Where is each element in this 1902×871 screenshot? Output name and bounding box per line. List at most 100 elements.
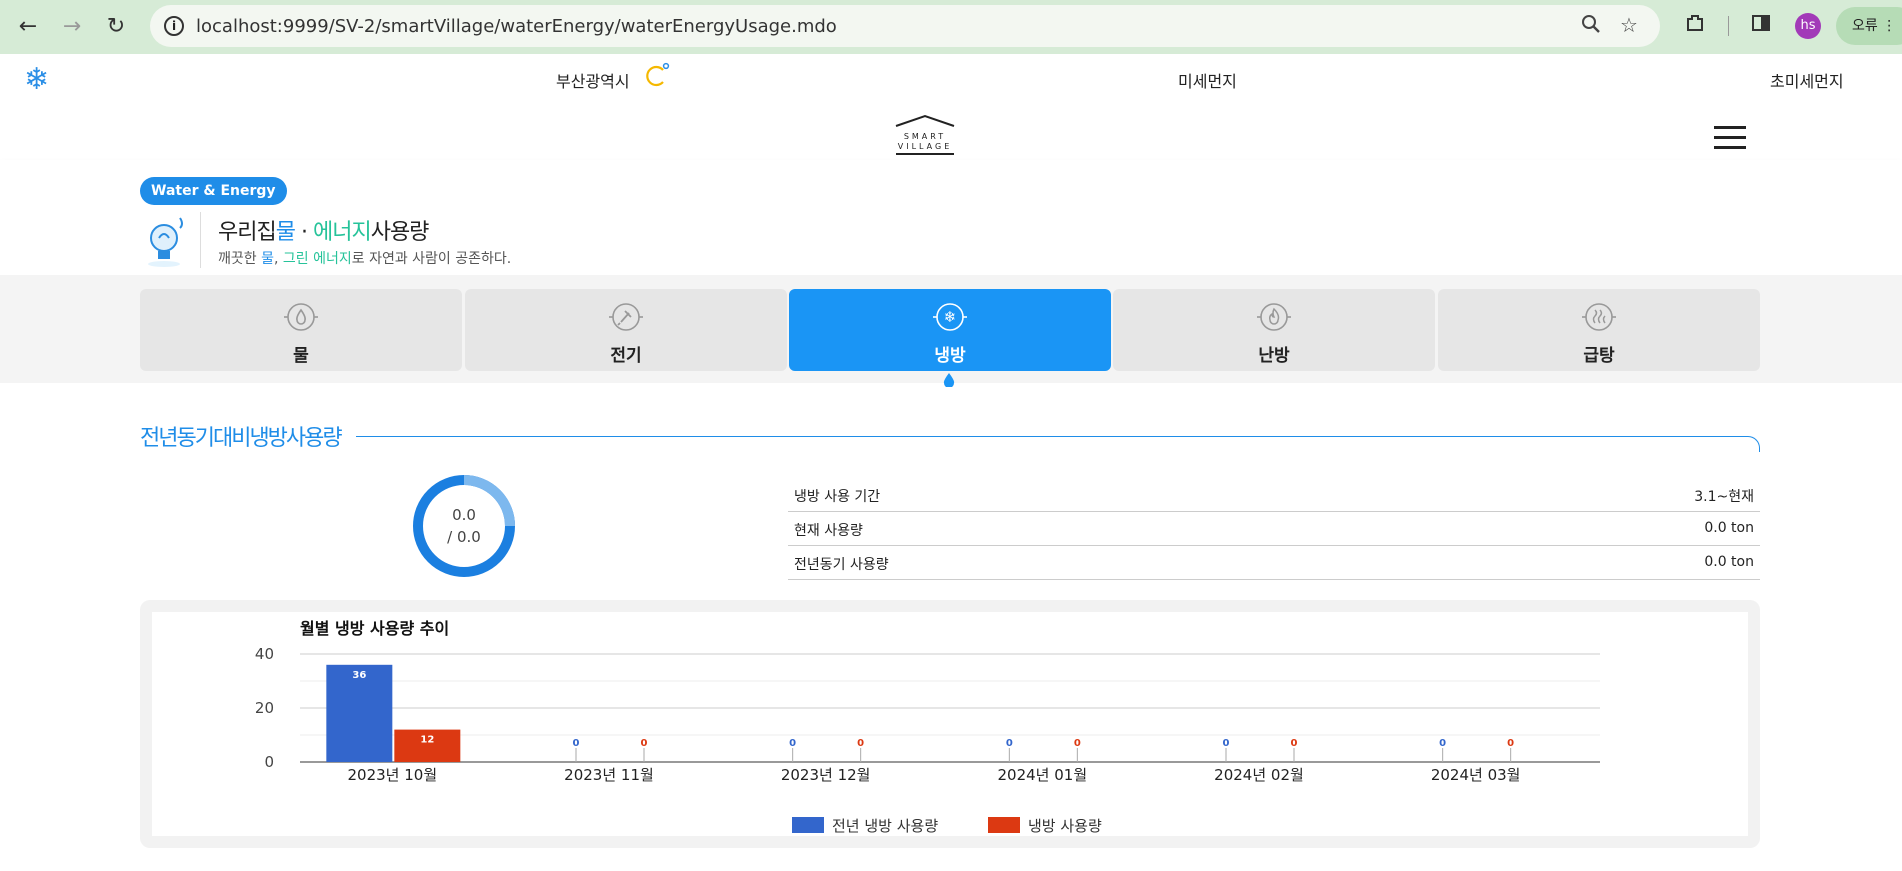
tab-cooling-label: 냉방 [934,346,966,366]
x-tick-label: 2023년 12월 [781,766,871,784]
info-row-previous: 전년동기 사용량 0.0 ton [788,546,1760,580]
chart-container: 월별 냉방 사용량 추이 0 20 40 36 12 2023년 10월 0 0 2023년 11… [140,600,1760,848]
chart-panel: 월별 냉방 사용량 추이 0 20 40 36 12 2023년 10월 0 0 2023년 11… [152,612,1748,836]
extensions-icon[interactable] [1684,12,1706,39]
subtitle-suffix: 로 자연과 사람이 공존하다. [351,251,512,267]
tab-cooling[interactable]: ❄ 냉방 [789,289,1111,371]
smart-village-logo[interactable]: SMART VILLAGE [890,112,960,158]
svg-text:VILLAGE: VILLAGE [898,142,953,151]
bar-data-label: 0 [1507,738,1514,749]
tab-hot-water-label: 급탕 [1583,346,1615,366]
bar-data-label: 0 [1223,738,1230,749]
legend-label: 전년 냉방 사용량 [832,817,938,835]
address-bar[interactable]: i localhost:9999/SV-2/smartVillage/water… [150,5,1660,47]
active-tab-indicator-icon [943,373,955,387]
tab-heating-label: 난방 [1258,346,1290,366]
svg-text:❄: ❄ [944,308,957,326]
error-button[interactable]: 오류 ⋮ [1836,7,1902,45]
svg-text:SMART: SMART [904,132,946,141]
electric-plug-icon [609,303,643,331]
info-row-current: 현재 사용량 0.0 ton [788,512,1760,546]
subtitle-comma: , [273,251,283,267]
bar-data-label: 12 [420,735,434,746]
zoom-icon[interactable] [1578,13,1604,39]
snowflake-icon: ❄ [933,303,967,331]
fine-dust-label: 초미세먼지 [1770,72,1844,91]
dust-label: 미세먼지 [1178,72,1237,91]
bar-data-label: 0 [1291,738,1298,749]
back-icon[interactable]: ← [12,10,44,42]
forward-icon[interactable]: → [56,10,88,42]
tab-hot-water[interactable]: 급탕 [1438,289,1760,371]
legend-label: 냉방 사용량 [1028,817,1102,835]
x-tick-label: 2023년 10월 [348,766,438,784]
city-label: 부산광역시 [556,72,630,91]
category-tabs: 물 전기 ❄ 냉방 난방 급탕 [0,275,1902,387]
tab-heating[interactable]: 난방 [1113,289,1435,371]
side-panel-icon[interactable] [1750,12,1772,39]
info-value: 3.1~현재 [1694,489,1754,505]
title-suffix: 사용량 [370,220,430,245]
chart-title: 월별 냉방 사용량 추이 [300,619,449,638]
tab-water[interactable]: 물 [140,289,462,371]
weather-icon [646,62,670,87]
x-tick-label: 2024년 02월 [1214,766,1304,784]
usage-info-table: 냉방 사용 기간 3.1~현재 현재 사용량 0.0 ton 전년동기 사용량 … [788,478,1760,580]
site-header: ❄ 부산광역시 미세먼지 초미세먼지 SMART VILLAGE [0,54,1902,160]
info-label: 전년동기 사용량 [794,557,889,573]
x-tick-label: 2024년 01월 [998,766,1088,784]
profile-avatar[interactable]: hs [1795,13,1821,39]
snowflake-logo-icon[interactable]: ❄ [24,62,49,97]
y-tick-label: 40 [255,645,274,663]
y-tick-label: 20 [255,699,274,717]
subtitle-energy: 그린 에너지 [282,251,352,267]
reload-icon[interactable]: ↻ [100,10,132,42]
browser-toolbar: ← → ↻ i localhost:9999/SV-2/smartVillage… [0,0,1902,54]
address-url[interactable]: localhost:9999/SV-2/smartVillage/waterEn… [196,16,837,37]
legend-swatch [792,817,824,833]
title-prefix: 우리집 [218,220,277,245]
toolbar-divider [1728,16,1729,36]
bar-data-label: 36 [352,670,366,681]
tab-electricity-label: 전기 [610,346,642,366]
menu-hamburger-icon[interactable] [1714,126,1746,150]
bar-data-label: 0 [1074,738,1081,749]
info-value: 0.0 ton [1704,520,1754,536]
bar-data-label: 0 [573,738,580,749]
section-title: 전년동기대비냉방사용량 [140,426,343,451]
y-tick-label: 0 [264,753,274,771]
subtitle-prefix: 깨끗한 [218,251,262,267]
hot-water-icon [1582,303,1616,331]
flame-icon [1257,303,1291,331]
subtitle-water: 물 [261,251,274,267]
page-subtitle: 깨끗한 물, 그린 에너지로 자연과 사람이 공존하다. [218,248,511,268]
tab-electricity[interactable]: 전기 [465,289,787,371]
info-label: 냉방 사용 기간 [794,489,881,505]
bar-data-label: 0 [641,738,648,749]
title-dot: · [294,220,313,245]
title-energy: 에너지 [312,220,372,245]
bar-data-label: 0 [789,738,796,749]
donut-values: 0.0 / 0.0 [412,504,516,548]
bookmark-star-icon[interactable]: ☆ [1616,13,1642,39]
title-divider [200,212,201,268]
section-title-rule [356,436,1760,452]
tab-water-label: 물 [293,346,309,366]
page-title: 우리집물 · 에너지사용량 [218,214,430,246]
legend-swatch [988,817,1020,833]
info-label: 현재 사용량 [794,523,863,539]
title-water: 물 [275,220,296,245]
light-bulb-icon [148,217,183,267]
bar-data-label: 0 [857,738,864,749]
info-value: 0.0 ton [1704,554,1754,570]
monthly-cooling-chart: 월별 냉방 사용량 추이 0 20 40 36 12 2023년 10월 0 0 2023년 11… [255,619,1600,835]
bar-data-label: 0 [1439,738,1446,749]
site-info-icon[interactable]: i [164,16,184,36]
info-row-period: 냉방 사용 기간 3.1~현재 [788,478,1760,512]
water-energy-badge: Water & Energy [140,177,287,205]
page-title-area: Water & Energy 우리집물 · 에너지사용량 깨끗한 물, 그린 에… [0,160,1902,275]
bar-data-label: 0 [1006,738,1013,749]
x-tick-label: 2023년 11월 [564,766,654,784]
donut-previous: / 0.0 [447,528,481,546]
water-drop-icon [284,303,318,331]
